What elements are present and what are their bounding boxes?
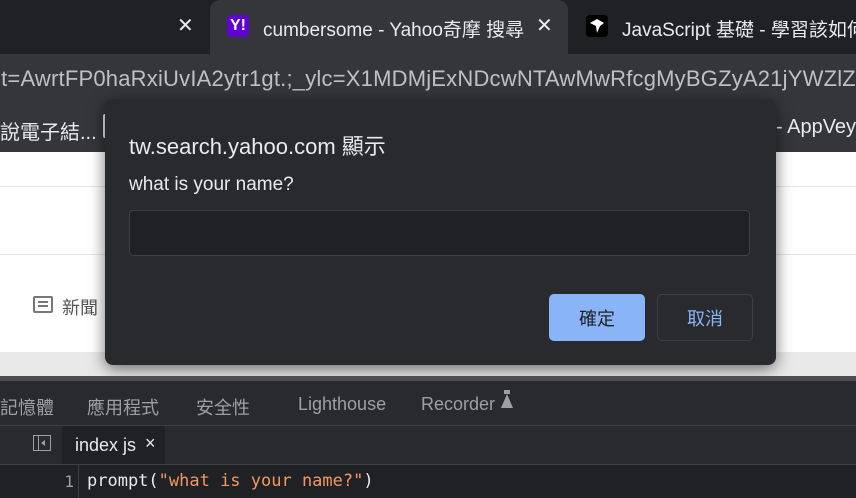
code-line[interactable]: prompt("what is your name?") [87,471,374,491]
nav-item-news[interactable]: 新聞 [62,294,98,320]
tab-close-icon[interactable]: ✕ [536,14,553,38]
newspaper-icon [33,296,53,313]
toggle-navigator-icon[interactable] [33,435,51,451]
dialog-message: what is your name? [129,174,294,195]
tab-strip: ✕ Y! cumbersome - Yahoo奇摩 搜尋結果 ✕ JavaScr… [0,0,856,54]
close-icon[interactable]: × [145,433,156,454]
flask-icon [501,390,513,408]
address-bar[interactable]: lt=AwrtFP0haRxiUvIA2ytr1gt.;_ylc=X1MDMjE… [0,54,856,104]
code-string: "what is your name?" [158,471,364,491]
tab-application[interactable]: 應用程式 [87,394,159,420]
url-text[interactable]: lt=AwrtFP0haRxiUvIA2ytr1gt.;_ylc=X1MDMjE… [0,66,856,92]
prompt-dialog: tw.search.yahoo.com 顯示 what is your name… [105,99,776,365]
prompt-input[interactable] [129,210,750,256]
file-tab-name: index js [75,435,137,455]
code-token: prompt( [87,471,159,491]
bookmark-item[interactable]: - AppVey [776,116,856,139]
tab-title[interactable]: JavaScript 基礎 - 學習該如何 [622,15,856,42]
dialog-title: tw.search.yahoo.com 顯示 [129,134,386,159]
bookmark-item[interactable]: 說電子結... [0,116,97,145]
tab-title: cumbersome - Yahoo奇摩 搜尋結果 [263,20,525,41]
yahoo-favicon-icon: Y! [227,15,249,37]
file-tab[interactable]: index js × [62,426,165,464]
code-token: ) [363,471,374,491]
tab-close-icon[interactable]: ✕ [177,14,194,38]
codepen-logo-icon [586,15,608,37]
cancel-button[interactable]: 取消 [657,294,753,341]
ok-button[interactable]: 確定 [549,294,645,341]
tab-memory[interactable]: 記憶體 [0,394,54,420]
line-number: 1 [64,472,74,491]
tab-recorder[interactable]: Recorder [421,394,495,415]
tab-security[interactable]: 安全性 [196,394,250,420]
code-editor[interactable]: 1 prompt("what is your name?") [0,465,856,498]
tab-lighthouse[interactable]: Lighthouse [298,394,386,415]
devtools-panel-tabs: 記憶體 應用程式 安全性 Lighthouse Recorder [0,381,856,426]
sources-file-tabs: index js × [0,426,856,465]
line-gutter: 1 [0,465,79,498]
